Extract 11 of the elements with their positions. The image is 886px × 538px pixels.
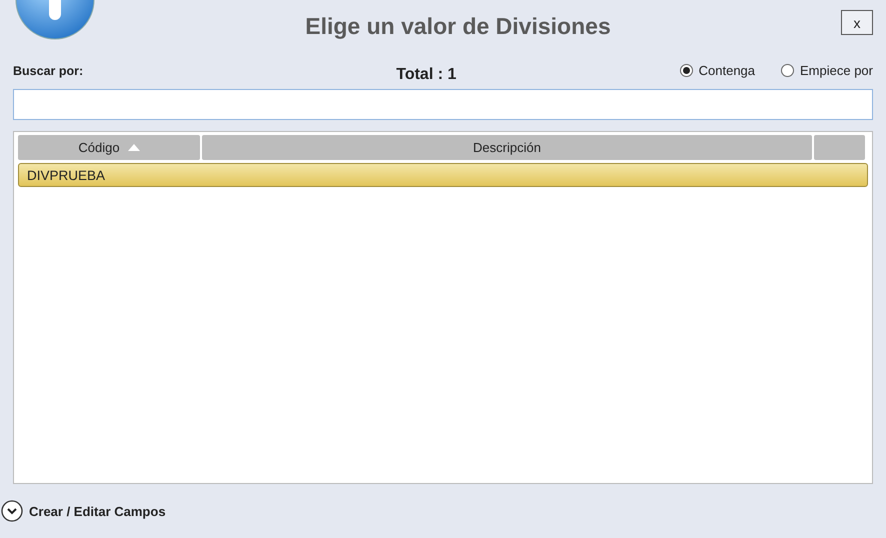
column-header[interactable]: Código xyxy=(18,135,200,160)
search-label: Buscar por: xyxy=(13,64,84,78)
expand-button[interactable]: Crear / Editar Campos xyxy=(1,500,166,522)
window-title: Elige un valor de Divisiones xyxy=(305,12,611,40)
total-count: Total : 1 xyxy=(395,66,458,84)
search-field[interactable] xyxy=(13,89,873,120)
column-header[interactable]: Descripción xyxy=(202,135,812,160)
radio-option[interactable]: Contenga xyxy=(680,63,756,78)
table-row[interactable]: DIVPRUEBA xyxy=(18,163,868,187)
close-button[interactable]: x xyxy=(841,10,873,35)
radio-option[interactable]: Empiece por xyxy=(781,63,873,78)
